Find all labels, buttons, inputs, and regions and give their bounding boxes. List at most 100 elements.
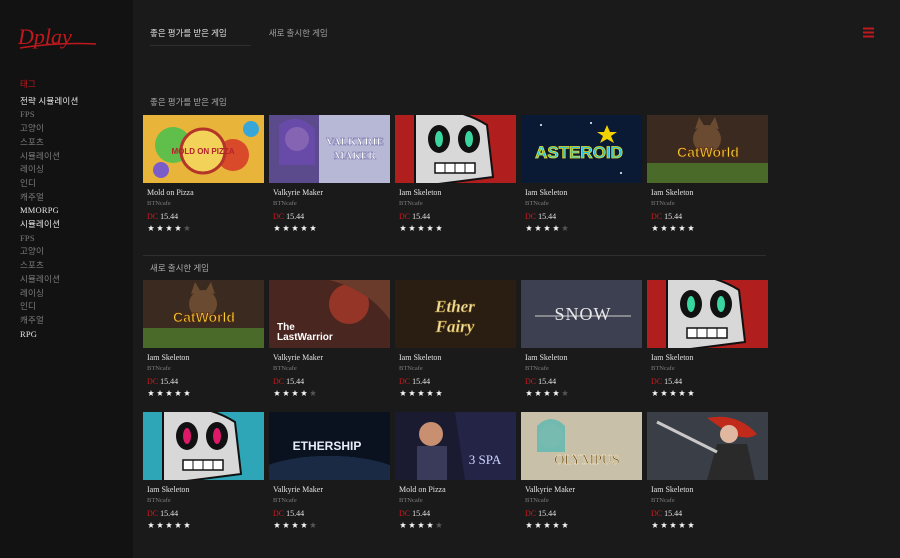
game-title[interactable]: Valkyrie Maker: [525, 484, 642, 495]
sidebar-tag-item[interactable]: 시뮬레이션: [20, 150, 130, 164]
game-card[interactable]: Iam Skeleton BTNcafe DC 15.44: [395, 115, 516, 232]
game-thumbnail[interactable]: The LastWarrior: [269, 280, 390, 348]
game-title[interactable]: Valkyrie Maker: [273, 484, 390, 495]
game-thumbnail[interactable]: VALKYRIE MAKER: [269, 115, 390, 183]
price-value: 15.44: [664, 509, 683, 518]
price-value: 15.44: [664, 212, 683, 221]
star-icon: [292, 225, 298, 231]
sidebar-tag-item[interactable]: 레이싱: [20, 287, 130, 301]
star-icon: [157, 225, 163, 231]
game-title[interactable]: Iam Skeleton: [399, 187, 516, 198]
star-rating: [652, 522, 768, 529]
game-title[interactable]: Iam Skeleton: [399, 352, 516, 363]
game-price: DC 15.44: [525, 377, 642, 387]
game-card[interactable]: Iam Skeleton BTNcafe DC 15.44: [647, 280, 768, 397]
svg-text:Fairy: Fairy: [435, 317, 475, 336]
sidebar-tag-item[interactable]: 시뮬레이션: [20, 218, 130, 232]
star-icon: [148, 390, 154, 396]
tab-top-rated[interactable]: 좋은 평가를 받은 게임: [150, 27, 251, 46]
game-card[interactable]: 3 SPA Mold on Pizza BTNcafe DC 15.44: [395, 412, 516, 529]
sidebar-tag-item[interactable]: 스포츠: [20, 259, 130, 273]
tab-new-releases[interactable]: 새로 출시한 게임: [269, 27, 328, 46]
star-icon: [301, 522, 307, 528]
game-title[interactable]: Iam Skeleton: [651, 352, 768, 363]
game-title[interactable]: Mold on Pizza: [399, 484, 516, 495]
sidebar-tag-item[interactable]: 시뮬레이션: [20, 273, 130, 287]
game-card[interactable]: ASTEROID Iam Skeleton BTNcafe DC 15.44: [521, 115, 642, 232]
game-title[interactable]: Iam Skeleton: [147, 352, 264, 363]
game-thumbnail[interactable]: [395, 115, 516, 183]
star-icon: [535, 390, 541, 396]
game-title[interactable]: Iam Skeleton: [147, 484, 264, 495]
game-row: Iam Skeleton BTNcafe DC 15.44 ETHERSHIP Valk…: [143, 412, 768, 529]
game-thumbnail[interactable]: [647, 412, 768, 480]
sidebar-tag-item[interactable]: FPS: [20, 232, 130, 246]
sidebar-tag-item[interactable]: 인디: [20, 177, 130, 191]
game-thumbnail[interactable]: [647, 280, 768, 348]
currency-label: DC: [399, 377, 411, 386]
sidebar-tag-item[interactable]: MMORPG: [20, 204, 130, 218]
sidebar-tag-item[interactable]: 캐주얼: [20, 314, 130, 328]
game-thumbnail[interactable]: ASTEROID: [521, 115, 642, 183]
game-thumbnail[interactable]: CatWorld: [647, 115, 768, 183]
hamburger-icon[interactable]: [863, 27, 874, 38]
star-icon: [301, 390, 307, 396]
star-rating: [652, 225, 768, 232]
star-icon: [688, 390, 694, 396]
game-card[interactable]: MOLD ON PIZZA Mold on Pizza BTNcafe DC 15.44: [143, 115, 264, 232]
sidebar-tag-item[interactable]: FPS: [20, 108, 130, 122]
game-card[interactable]: Ether Fairy Iam Skeleton BTNcafe DC 15.44: [395, 280, 516, 397]
sidebar-tag-item[interactable]: 캐주얼: [20, 191, 130, 205]
game-thumbnail[interactable]: 3 SPA: [395, 412, 516, 480]
sidebar-tag-item[interactable]: 전략 시뮬레이션: [20, 95, 130, 109]
game-thumbnail[interactable]: [143, 412, 264, 480]
game-title[interactable]: Iam Skeleton: [525, 352, 642, 363]
star-icon: [670, 390, 676, 396]
sidebar-tag-item[interactable]: 고양이: [20, 122, 130, 136]
sidebar-tag-item[interactable]: RPG: [20, 328, 130, 342]
game-card[interactable]: The LastWarrior Valkyrie Maker BTNcafe DC 15…: [269, 280, 390, 397]
star-icon: [175, 390, 181, 396]
game-developer: BTNcafe: [273, 497, 297, 504]
price-value: 15.44: [160, 509, 179, 518]
price-value: 15.44: [286, 212, 305, 221]
game-thumbnail[interactable]: ETHERSHIP: [269, 412, 390, 480]
star-icon: [661, 522, 667, 528]
sidebar-tag-item[interactable]: 스포츠: [20, 136, 130, 150]
price-value: 15.44: [286, 377, 305, 386]
game-card[interactable]: Iam Skeleton BTNcafe DC 15.44: [143, 412, 264, 529]
price-value: 15.44: [412, 509, 431, 518]
star-icon: [184, 522, 190, 528]
game-card[interactable]: SNOW Iam Skeleton BTNcafe DC 15.44: [521, 280, 642, 397]
currency-label: DC: [273, 377, 285, 386]
star-icon: [184, 225, 190, 231]
game-thumbnail[interactable]: OLYMPUS: [521, 412, 642, 480]
sidebar-tag-item[interactable]: 고양이: [20, 245, 130, 259]
game-title[interactable]: Iam Skeleton: [651, 187, 768, 198]
star-icon: [301, 225, 307, 231]
game-card[interactable]: CatWorld Iam Skeleton BTNcafe DC 15.44: [143, 280, 264, 397]
sidebar-tag-item[interactable]: 인디: [20, 300, 130, 314]
game-card[interactable]: CatWorld Iam Skeleton BTNcafe DC 15.44: [647, 115, 768, 232]
game-title[interactable]: Valkyrie Maker: [273, 352, 390, 363]
game-card[interactable]: Iam Skeleton BTNcafe DC 15.44: [647, 412, 768, 529]
currency-label: DC: [399, 509, 411, 518]
star-icon: [310, 390, 316, 396]
game-thumbnail[interactable]: CatWorld: [143, 280, 264, 348]
star-icon: [148, 522, 154, 528]
star-icon: [535, 225, 541, 231]
game-thumbnail[interactable]: SNOW: [521, 280, 642, 348]
game-title[interactable]: Valkyrie Maker: [273, 187, 390, 198]
dplay-logo[interactable]: Dplay: [18, 20, 98, 54]
game-card[interactable]: ETHERSHIP Valkyrie Maker BTNcafe DC 15.44: [269, 412, 390, 529]
game-thumbnail[interactable]: Ether Fairy: [395, 280, 516, 348]
game-title[interactable]: Iam Skeleton: [525, 187, 642, 198]
game-card[interactable]: VALKYRIE MAKER Valkyrie Maker BTNcafe DC 15.…: [269, 115, 390, 232]
game-thumbnail[interactable]: MOLD ON PIZZA: [143, 115, 264, 183]
game-card[interactable]: OLYMPUS Valkyrie Maker BTNcafe DC 15.44: [521, 412, 642, 529]
star-icon: [544, 225, 550, 231]
star-icon: [175, 522, 181, 528]
sidebar-tag-item[interactable]: 레이싱: [20, 163, 130, 177]
game-title[interactable]: Iam Skeleton: [651, 484, 768, 495]
game-title[interactable]: Mold on Pizza: [147, 187, 264, 198]
